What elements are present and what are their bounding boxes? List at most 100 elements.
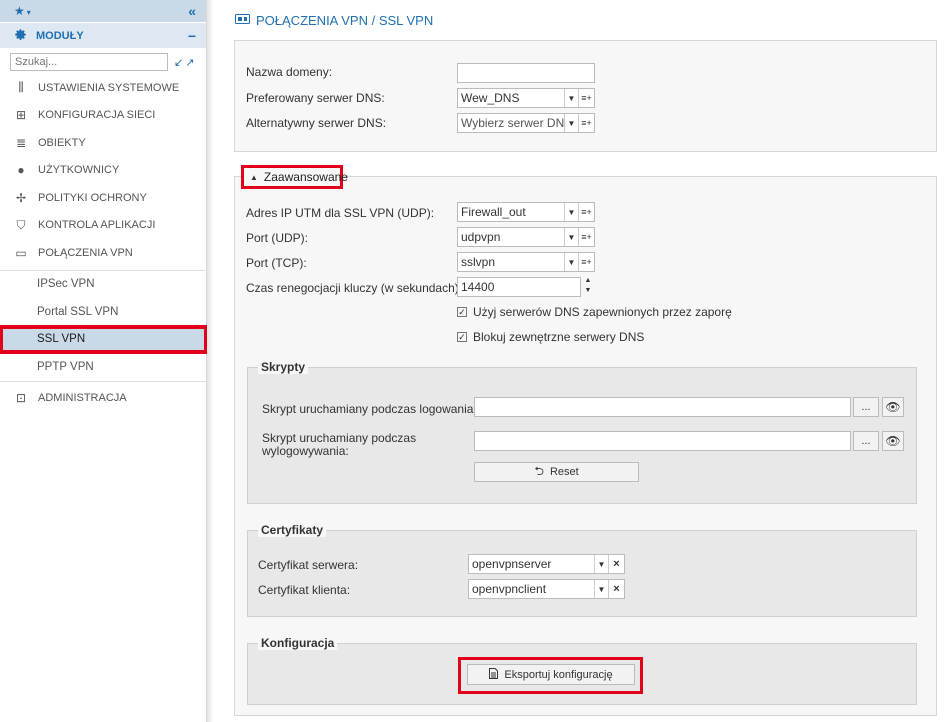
nav-item-ustawienia[interactable]: ⫼ USTAWIENIA SYSTEMOWE xyxy=(0,74,206,102)
logout-script-label: Skrypt uruchamiany podczas wylogowywania: xyxy=(262,432,416,458)
modules-collapse-icon[interactable]: − xyxy=(188,28,196,44)
server-cert-value: openvpnserver xyxy=(472,557,552,571)
scripts-legend: Skrypty xyxy=(258,360,309,374)
favorites-star-icon[interactable]: ★ ▾ xyxy=(14,4,31,18)
chevron-down-icon[interactable]: ▼ xyxy=(564,228,578,246)
alt-dns-select[interactable]: Wybierz serwer DNS ▼ ≡+ xyxy=(457,113,595,133)
sidebar-search-input[interactable] xyxy=(10,53,168,71)
document-icon xyxy=(489,667,499,682)
close-icon[interactable]: × xyxy=(608,555,624,573)
logout-browse-button[interactable]: ... xyxy=(853,431,879,451)
tcp-value: sslvpn xyxy=(461,255,496,269)
add-object-icon[interactable]: ≡+ xyxy=(578,89,594,107)
collapse-sidebar-icon[interactable]: « xyxy=(188,3,196,19)
chevron-down-icon[interactable]: ▼ xyxy=(594,555,608,573)
add-object-icon[interactable]: ≡+ xyxy=(578,114,594,132)
logout-script-input[interactable] xyxy=(474,431,851,451)
network-icon: ⊞ xyxy=(15,108,27,123)
tcp-select[interactable]: sslvpn ▼ ≡+ xyxy=(457,252,595,272)
sub-item-pptp[interactable]: PPTP VPN xyxy=(0,353,206,381)
caret-up-icon: ▲ xyxy=(250,172,258,182)
eye-icon[interactable]: 👁 xyxy=(882,397,904,417)
modules-label: MODUŁY xyxy=(36,29,84,42)
reneg-input[interactable]: 14400 xyxy=(457,277,581,297)
modules-header[interactable]: MODUŁY − xyxy=(0,22,206,48)
scripts-section: Skrypty Skrypt uruchamiany podczas logow… xyxy=(247,360,917,504)
nav-item-kontrola[interactable]: ⛉ KONTROLA APLIKACJI xyxy=(0,212,206,240)
reset-label: Reset xyxy=(549,466,579,478)
pref-dns-row: Preferowany serwer DNS: xyxy=(246,91,385,105)
use-fw-dns-checkbox[interactable]: ✓ Użyj serwerów DNS zapewnionych przez z… xyxy=(457,305,732,319)
sub-item-ipsec[interactable]: IPSec VPN xyxy=(0,271,206,299)
pref-dns-value: Wew_DNS xyxy=(461,91,520,105)
domain-label: Nazwa domeny: xyxy=(246,65,333,79)
nav-label: KONFIGURACJA SIECI xyxy=(38,109,156,122)
close-icon[interactable]: × xyxy=(608,580,624,598)
reset-button[interactable]: ⮌ Reset xyxy=(474,462,639,482)
nav-item-uzytkownicy[interactable]: ● UŻYTKOWNICY xyxy=(0,157,206,185)
nav-item-administracja[interactable]: ⊡ ADMINISTRACJA xyxy=(0,385,206,413)
arrows-icon: ✢ xyxy=(15,190,27,205)
domain-input[interactable] xyxy=(457,63,595,83)
alt-dns-value: Wybierz serwer DNS xyxy=(461,116,564,130)
add-object-icon[interactable]: ≡+ xyxy=(578,228,594,246)
export-config-button[interactable]: Eksportuj konfigurację xyxy=(467,664,635,685)
pref-dns-select[interactable]: Wew_DNS ▼ ≡+ xyxy=(457,88,595,108)
nav-item-obiekty[interactable]: ≣ OBIEKTY xyxy=(0,129,206,157)
alt-dns-row: Alternatywny serwer DNS: xyxy=(246,116,386,130)
sub-item-ssl-vpn[interactable]: SSL VPN xyxy=(0,324,208,354)
vpn-icon xyxy=(235,14,250,27)
advanced-panel: ▲ Zaawansowane Adres IP UTM dla SSL VPN … xyxy=(234,165,937,716)
checkbox-checked-icon[interactable]: ✓ xyxy=(457,307,467,317)
server-cert-select[interactable]: openvpnserver ▼ × xyxy=(468,554,625,574)
gear-icon xyxy=(14,28,27,44)
vpn-submenu: IPSec VPN Portal SSL VPN SSL VPN PPTP VP… xyxy=(0,269,208,382)
pref-dns-label: Preferowany serwer DNS: xyxy=(246,91,385,105)
config-section: Konfiguracja Eksportuj konfigurację xyxy=(247,636,917,705)
udp-select[interactable]: udpvpn ▼ ≡+ xyxy=(457,227,595,247)
nav-label: ADMINISTRACJA xyxy=(38,392,127,405)
chevron-down-icon[interactable]: ▼ xyxy=(594,580,608,598)
config-legend: Konfiguracja xyxy=(258,636,338,650)
main-content: POŁĄCZENIA VPN / SSL VPN Nazwa domeny: P… xyxy=(213,0,945,722)
ip-value: Firewall_out xyxy=(461,205,526,219)
reneg-label: Czas renegocjacji kluczy (w sekundach): xyxy=(246,281,463,295)
chevron-down-icon[interactable]: ▼ xyxy=(564,253,578,271)
advanced-toggle-label: Zaawansowane xyxy=(263,170,348,184)
dns-panel: Nazwa domeny: Preferowany serwer DNS: We… xyxy=(234,40,937,152)
client-cert-select[interactable]: openvpnclient ▼ × xyxy=(468,579,625,599)
eye-icon[interactable]: 👁 xyxy=(882,431,904,451)
block-ext-dns-checkbox[interactable]: ✓ Blokuj zewnętrzne serwery DNS xyxy=(457,330,644,344)
advanced-toggle[interactable]: ▲ Zaawansowane xyxy=(241,165,348,189)
add-object-icon[interactable]: ≡+ xyxy=(578,203,594,221)
stepper-icon[interactable]: ▲ ▼ xyxy=(583,276,593,296)
ip-select[interactable]: Firewall_out ▼ ≡+ xyxy=(457,202,595,222)
nav-item-konfiguracja-sieci[interactable]: ⊞ KONFIGURACJA SIECI xyxy=(0,102,206,130)
login-script-label: Skrypt uruchamiany podczas logowania: xyxy=(262,402,477,416)
export-config-label: Eksportuj konfigurację xyxy=(504,668,613,681)
nav-item-polaczenia-vpn[interactable]: ▭ POŁĄCZENIA VPN xyxy=(0,239,206,267)
database-icon: ≣ xyxy=(15,135,27,150)
chevron-down-icon[interactable]: ▼ xyxy=(564,114,578,132)
login-script-input[interactable] xyxy=(474,397,851,417)
shield-icon: ⛉ xyxy=(16,217,26,232)
vpn-icon: ▭ xyxy=(15,245,27,260)
undo-icon: ⮌ xyxy=(534,463,544,478)
sub-item-portal-ssl[interactable]: Portal SSL VPN xyxy=(0,298,206,326)
alt-dns-label: Alternatywny serwer DNS: xyxy=(246,116,387,130)
nav-item-polityki[interactable]: ✢ POLITYKI OCHRONY xyxy=(0,184,206,212)
chevron-down-icon[interactable]: ▼ xyxy=(564,89,578,107)
checkbox-checked-icon[interactable]: ✓ xyxy=(457,332,467,342)
block-ext-dns-label: Blokuj zewnętrzne serwery DNS xyxy=(473,330,645,344)
certs-section: Certyfikaty Certyfikat serwera: openvpns… xyxy=(247,523,917,617)
nav-label: USTAWIENIA SYSTEMOWE xyxy=(38,81,180,94)
nav-label: OBIEKTY xyxy=(38,136,86,149)
chevron-down-icon[interactable]: ▼ xyxy=(564,203,578,221)
nav-label: POŁĄCZENIA VPN xyxy=(38,246,133,259)
login-browse-button[interactable]: ... xyxy=(853,397,879,417)
add-object-icon[interactable]: ≡+ xyxy=(578,253,594,271)
nav-label: UŻYTKOWNICY xyxy=(38,164,120,177)
nav-label: POLITYKI OCHRONY xyxy=(38,191,147,204)
domain-row: Nazwa domeny: xyxy=(246,65,332,79)
expand-all-icon[interactable]: ↙↗ xyxy=(174,56,196,69)
